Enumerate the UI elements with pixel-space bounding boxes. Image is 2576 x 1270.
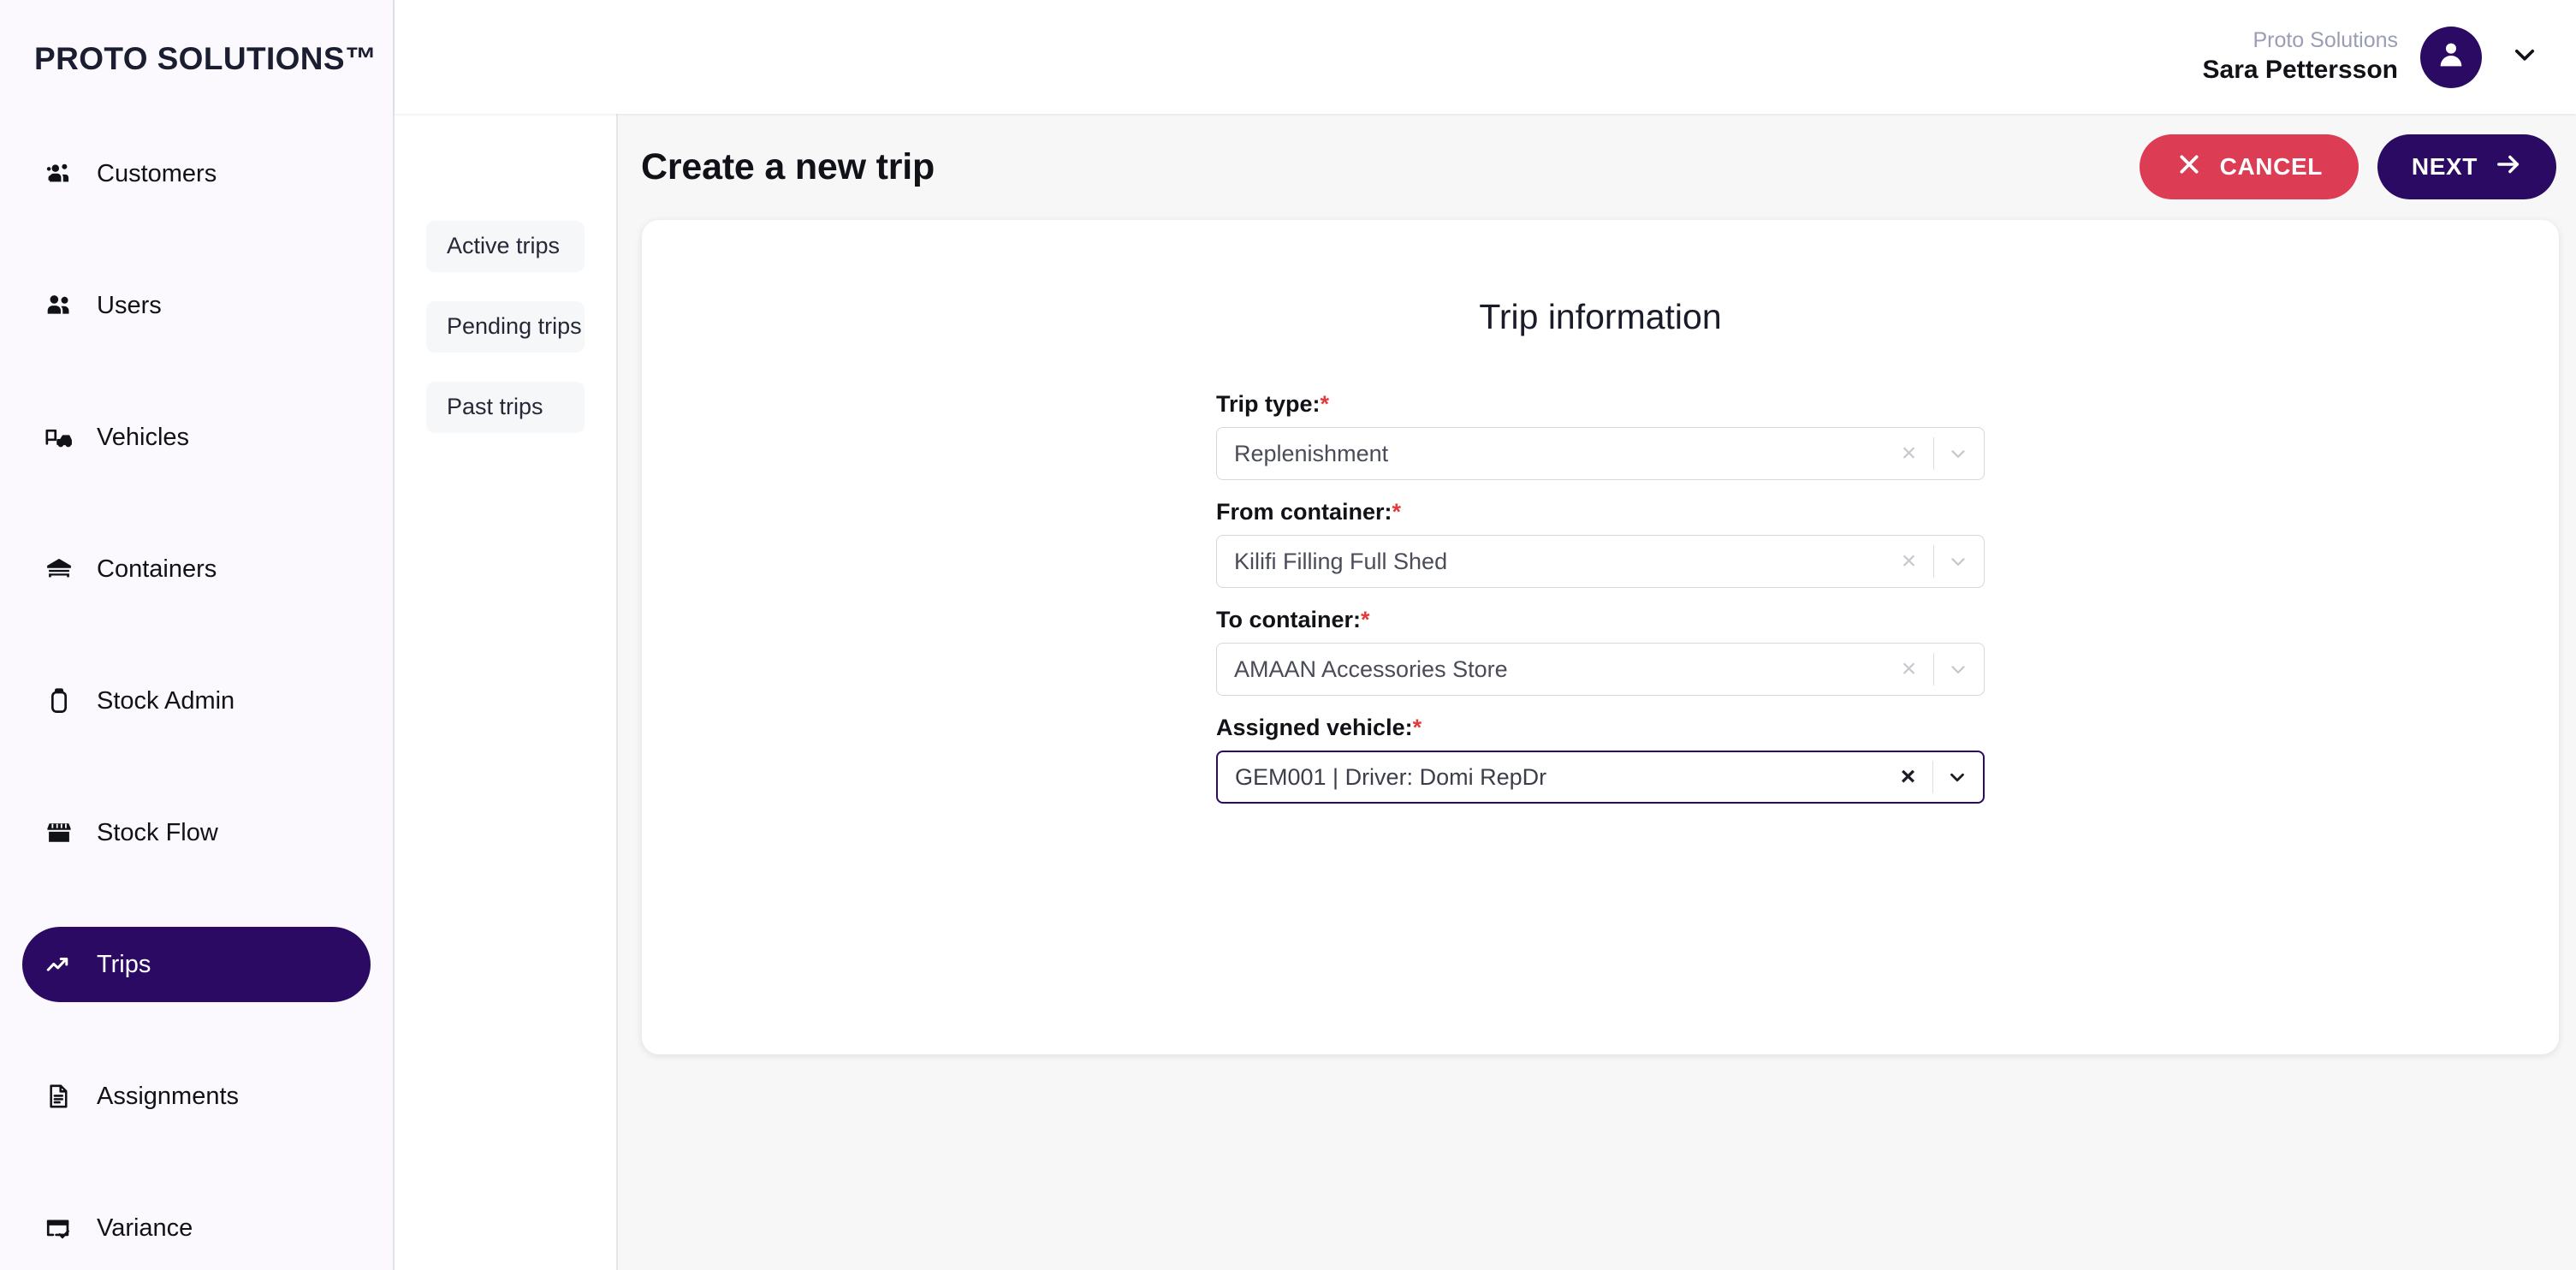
avatar[interactable]: [2420, 26, 2482, 88]
variance-icon: [45, 1214, 74, 1243]
chevron-down-icon[interactable]: [1941, 652, 1975, 686]
sidebar-item-containers[interactable]: Containers: [22, 531, 371, 607]
sidebar-item-stock-admin[interactable]: Stock Admin: [22, 663, 371, 739]
chevron-down-icon[interactable]: [1941, 436, 1975, 471]
required-marker: *: [1361, 607, 1370, 632]
chevron-down-icon: [2510, 40, 2539, 74]
sidebar-item-assignments[interactable]: Assignments: [22, 1059, 371, 1134]
form-heading: Trip information: [1479, 297, 1722, 336]
required-marker: *: [1320, 391, 1330, 417]
divider: [1932, 437, 1934, 470]
containers-icon: [45, 555, 74, 584]
vehicles-icon: [45, 423, 74, 452]
field-label-text: From container:: [1216, 499, 1392, 525]
main-region: Proto Solutions Sara Pettersson Active t…: [395, 0, 2576, 1270]
selected-value: GEM001 | Driver: Domi RepDr: [1235, 763, 1547, 790]
page-actions: CANCEL NEXT: [2139, 134, 2556, 199]
stock-admin-icon: [45, 686, 74, 715]
required-marker: *: [1392, 499, 1402, 525]
sidebar-item-label: Stock Flow: [97, 818, 218, 846]
assigned-vehicle-select[interactable]: GEM001 | Driver: Domi RepDr ×: [1216, 751, 1985, 804]
sidebar-item-stock-flow[interactable]: Stock Flow: [22, 795, 371, 870]
divider: [1932, 545, 1934, 578]
field-label: Assigned vehicle:*: [1216, 715, 1985, 741]
sidebar-item-label: Stock Admin: [97, 686, 235, 715]
app-root: PROTO SOLUTIONS™ Customers Users Vehicle…: [0, 0, 2576, 1270]
trips-icon: [45, 950, 74, 979]
trip-information-card: Trip information Trip type:* Replenishme…: [642, 220, 2559, 1054]
trip-type-select[interactable]: Replenishment ×: [1216, 427, 1985, 480]
sidebar-item-vehicles[interactable]: Vehicles: [22, 400, 371, 475]
brand-logo: PROTO SOLUTIONS™: [34, 41, 377, 76]
trip-form: Trip type:* Replenishment × From contain…: [1216, 391, 1985, 804]
sidebar-nav: Customers Users Vehicles Containers Stoc…: [0, 136, 393, 1266]
field-label-text: Assigned vehicle:: [1216, 715, 1413, 740]
clear-icon[interactable]: ×: [1892, 544, 1926, 579]
users-icon: [45, 291, 74, 320]
chevron-down-icon[interactable]: [1940, 760, 1974, 794]
arrow-right-icon: [2495, 151, 2522, 184]
next-button[interactable]: NEXT: [2377, 134, 2556, 199]
sidebar-item-variance[interactable]: Variance: [22, 1190, 371, 1266]
sidebar-item-label: Trips: [97, 950, 151, 978]
sidebar-item-label: Assignments: [97, 1082, 240, 1110]
organization-name: Proto Solutions: [2253, 28, 2398, 53]
field-label: From container:*: [1216, 499, 1985, 525]
sidebar-item-trips[interactable]: Trips: [22, 927, 371, 1002]
page-title: Create a new trip: [641, 145, 935, 187]
page-header: Create a new trip CANCEL NEXT: [618, 114, 2576, 220]
selected-value: Replenishment: [1234, 440, 1389, 466]
divider: [1932, 761, 1933, 793]
sidebar-item-label: Users: [97, 291, 162, 319]
field-label: Trip type:*: [1216, 391, 1985, 418]
user-avatar-icon: [2434, 38, 2468, 76]
next-button-label: NEXT: [2411, 153, 2478, 180]
body-row: Active trips Pending trips Past trips Cr…: [395, 114, 2576, 1270]
user-name: Sara Pettersson: [2202, 56, 2398, 85]
stock-flow-icon: [45, 818, 74, 847]
sidebar-item-label: Variance: [97, 1214, 193, 1242]
divider: [1932, 653, 1934, 685]
field-to-container: To container:* AMAAN Accessories Store ×: [1216, 607, 1985, 696]
cancel-button[interactable]: CANCEL: [2139, 134, 2359, 199]
selected-value: Kilifi Filling Full Shed: [1234, 548, 1448, 574]
required-marker: *: [1412, 715, 1422, 740]
field-label: To container:*: [1216, 607, 1985, 633]
trips-tab-column: Active trips Pending trips Past trips: [395, 114, 618, 1270]
clear-icon[interactable]: ×: [1891, 760, 1926, 794]
top-bar: Proto Solutions Sara Pettersson: [395, 0, 2576, 114]
field-assigned-vehicle: Assigned vehicle:* GEM001 | Driver: Domi…: [1216, 715, 1985, 804]
tab-active-trips[interactable]: Active trips: [426, 221, 585, 272]
to-container-select[interactable]: AMAAN Accessories Store ×: [1216, 643, 1985, 696]
clear-icon[interactable]: ×: [1892, 436, 1926, 471]
tab-past-trips[interactable]: Past trips: [426, 382, 585, 433]
selected-value: AMAAN Accessories Store: [1234, 656, 1508, 682]
chevron-down-icon[interactable]: [1941, 544, 1975, 579]
sidebar-item-users[interactable]: Users: [22, 268, 371, 343]
sidebar-item-customers[interactable]: Customers: [22, 136, 371, 211]
assignments-icon: [45, 1082, 74, 1111]
sidebar-item-label: Containers: [97, 555, 217, 583]
user-menu-toggle[interactable]: [2508, 40, 2542, 74]
cancel-button-label: CANCEL: [2219, 153, 2323, 180]
tab-pending-trips[interactable]: Pending trips: [426, 301, 585, 353]
from-container-select[interactable]: Kilifi Filling Full Shed ×: [1216, 535, 1985, 588]
field-trip-type: Trip type:* Replenishment ×: [1216, 391, 1985, 480]
field-from-container: From container:* Kilifi Filling Full She…: [1216, 499, 1985, 588]
content-pane: Create a new trip CANCEL NEXT Trip infor…: [618, 114, 2576, 1270]
field-label-text: Trip type:: [1216, 391, 1321, 417]
close-x-icon: [2175, 151, 2203, 184]
sidebar: PROTO SOLUTIONS™ Customers Users Vehicle…: [0, 0, 395, 1270]
customers-icon: [45, 159, 74, 188]
field-label-text: To container:: [1216, 607, 1362, 632]
user-identity: Proto Solutions Sara Pettersson: [2203, 27, 2398, 86]
sidebar-item-label: Customers: [97, 159, 217, 187]
sidebar-item-label: Vehicles: [97, 423, 190, 451]
clear-icon[interactable]: ×: [1892, 652, 1926, 686]
